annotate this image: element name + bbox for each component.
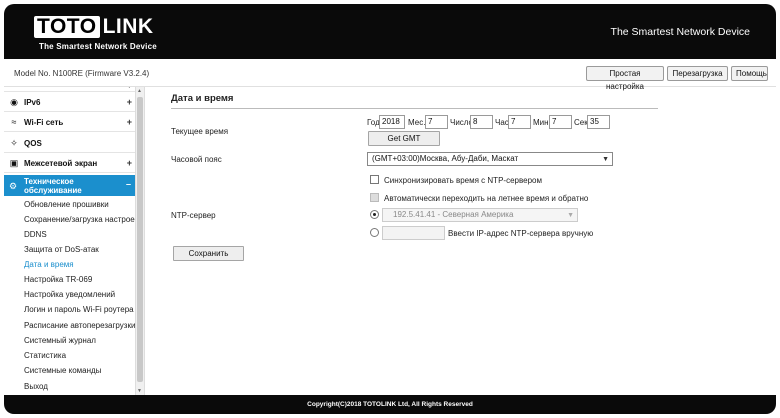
sidebar-item-maintenance[interactable]: ⚙ Техническое обслуживание – xyxy=(4,175,136,196)
footer-bar: Copyright(C)2018 TOTOLINK Ltd, All Right… xyxy=(4,395,776,414)
globe-icon: ◉ xyxy=(10,97,18,107)
sidebar-item-label: Межсетевой экран xyxy=(24,159,98,168)
scroll-down-icon[interactable]: ▼ xyxy=(137,388,142,394)
submenu-statistics[interactable]: Статистика xyxy=(24,351,66,360)
submenu-tr069[interactable]: Настройка TR-069 xyxy=(24,275,92,284)
header-bar: TOTO LINK The Smartest Network Device Th… xyxy=(4,4,776,59)
wifi-icon: ≈ xyxy=(11,117,17,127)
header-slogan: The Smartest Network Device xyxy=(610,26,750,38)
submenu-date-time[interactable]: Дата и время xyxy=(24,260,74,269)
model-bar: Model No. N100RE (Firmware V3.2.4) Прост… xyxy=(4,59,776,91)
submenu-system-log[interactable]: Системный журнал xyxy=(24,336,96,345)
copyright-text: Copyright(C)2018 TOTOLINK Ltd, All Right… xyxy=(307,401,473,408)
scroll-up-icon[interactable]: ▲ xyxy=(137,88,142,94)
page-title: Дата и время xyxy=(171,93,234,104)
dst-checkbox[interactable] xyxy=(370,193,379,202)
ntp-manual-label: Ввести IP-адрес NTP-сервера вручную xyxy=(448,229,594,238)
qos-icon: ✧ xyxy=(10,138,18,148)
hour-label: Час xyxy=(495,118,509,127)
sidebar-item-label: Техническое обслуживание xyxy=(24,177,82,195)
expand-icon: + xyxy=(126,117,132,127)
ntp-server-select[interactable]: 192.5.41.41 - Северная Америка ▼ xyxy=(382,208,578,222)
ntp-manual-input[interactable] xyxy=(382,226,445,240)
scrollbar-thumb[interactable] xyxy=(137,97,143,382)
sidebar-item-qos[interactable]: ✧ QOS xyxy=(4,133,136,153)
main-content: Дата и время Текущее время Год 2018 Мес.… xyxy=(146,87,776,395)
submenu-notifications[interactable]: Настройка уведомлений xyxy=(24,290,115,299)
hour-field[interactable]: 7 xyxy=(508,115,531,129)
title-divider xyxy=(171,108,658,109)
ntp-manual-radio[interactable] xyxy=(370,228,379,237)
collapse-icon: – xyxy=(125,179,131,189)
ntp-sync-checkbox[interactable] xyxy=(370,175,379,184)
expand-icon: + xyxy=(126,158,132,168)
minute-field[interactable]: 7 xyxy=(549,115,572,129)
chevron-down-icon: ▼ xyxy=(602,156,609,163)
logo-word-toto: TOTO xyxy=(34,16,100,38)
submenu-firmware-upgrade[interactable]: Обновление прошивки xyxy=(24,200,109,209)
quick-setup-button[interactable]: Простая настройка xyxy=(586,66,664,91)
help-button[interactable]: Помощь xyxy=(731,66,768,81)
sidebar-item-firewall[interactable]: ▣ Межсетевой экран + xyxy=(4,153,136,173)
lock-icon: ▣ xyxy=(9,158,19,168)
submenu-logout[interactable]: Выход xyxy=(24,382,48,391)
second-field[interactable]: 35 xyxy=(587,115,610,129)
save-button[interactable]: Сохранить xyxy=(173,246,244,261)
sidebar-item-label: IPv6 xyxy=(24,98,41,107)
sidebar-scrollbar[interactable]: ▲ ▼ xyxy=(135,87,144,395)
dst-label: Автоматически переходить на летнее время… xyxy=(384,194,589,203)
ntp-sync-label: Синхронизировать время с NTP-сервером xyxy=(384,176,542,185)
logo-word-link: LINK xyxy=(102,15,154,38)
submenu-backup-restore[interactable]: Сохранение/загрузка настроек xyxy=(24,215,138,224)
chevron-down-icon: ▼ xyxy=(567,212,574,219)
sidebar-item-ipv6[interactable]: ◉ IPv6 + xyxy=(4,92,136,112)
submenu-reboot-schedule[interactable]: Расписание автоперезагрузки xyxy=(24,321,135,330)
model-number: Model No. N100RE (Firmware V3.2.4) xyxy=(14,69,150,78)
expand-icon: + xyxy=(126,97,132,107)
ntp-server-value: 192.5.41.41 - Северная Америка xyxy=(393,210,514,219)
current-time-label: Текущее время xyxy=(171,127,229,136)
timezone-select[interactable]: (GMT+03:00)Москва, Абу-Даби, Маскат ▼ xyxy=(367,152,613,166)
submenu-dos[interactable]: Защита от DoS-атак xyxy=(24,245,99,254)
ntp-preset-radio[interactable] xyxy=(370,210,379,219)
year-field[interactable]: 2018 xyxy=(379,115,405,129)
submenu-ddns[interactable]: DDNS xyxy=(24,230,47,239)
logo-tagline: The Smartest Network Device xyxy=(39,42,157,51)
gear-icon: ⚙ xyxy=(9,181,18,191)
sidebar: + ◉ IPv6 + ≈ Wi-Fi сеть + ✧ QOS ▣ Межсет… xyxy=(4,87,145,395)
month-label: Мес. xyxy=(408,118,426,127)
reboot-button[interactable]: Перезагрузка xyxy=(667,66,728,81)
year-label: Год xyxy=(367,118,380,127)
submenu-system-commands[interactable]: Системные команды xyxy=(24,366,101,375)
month-field[interactable]: 7 xyxy=(425,115,448,129)
timezone-label: Часовой пояс xyxy=(171,155,222,164)
day-field[interactable]: 8 xyxy=(470,115,493,129)
timezone-value: (GMT+03:00)Москва, Абу-Даби, Маскат xyxy=(372,154,519,163)
sidebar-item-label: Wi-Fi сеть xyxy=(24,118,64,127)
submenu-login-password[interactable]: Логин и пароль Wi-Fi роутера xyxy=(24,305,134,314)
sidebar-item-label: QOS xyxy=(24,139,42,148)
get-gmt-button[interactable]: Get GMT xyxy=(368,131,440,146)
router-admin-window: TOTO LINK The Smartest Network Device Th… xyxy=(4,4,776,414)
sidebar-item-wifi[interactable]: ≈ Wi-Fi сеть + xyxy=(4,112,136,132)
ntp-server-label: NTP-сервер xyxy=(171,211,216,220)
totolink-logo: TOTO LINK The Smartest Network Device xyxy=(34,16,157,51)
